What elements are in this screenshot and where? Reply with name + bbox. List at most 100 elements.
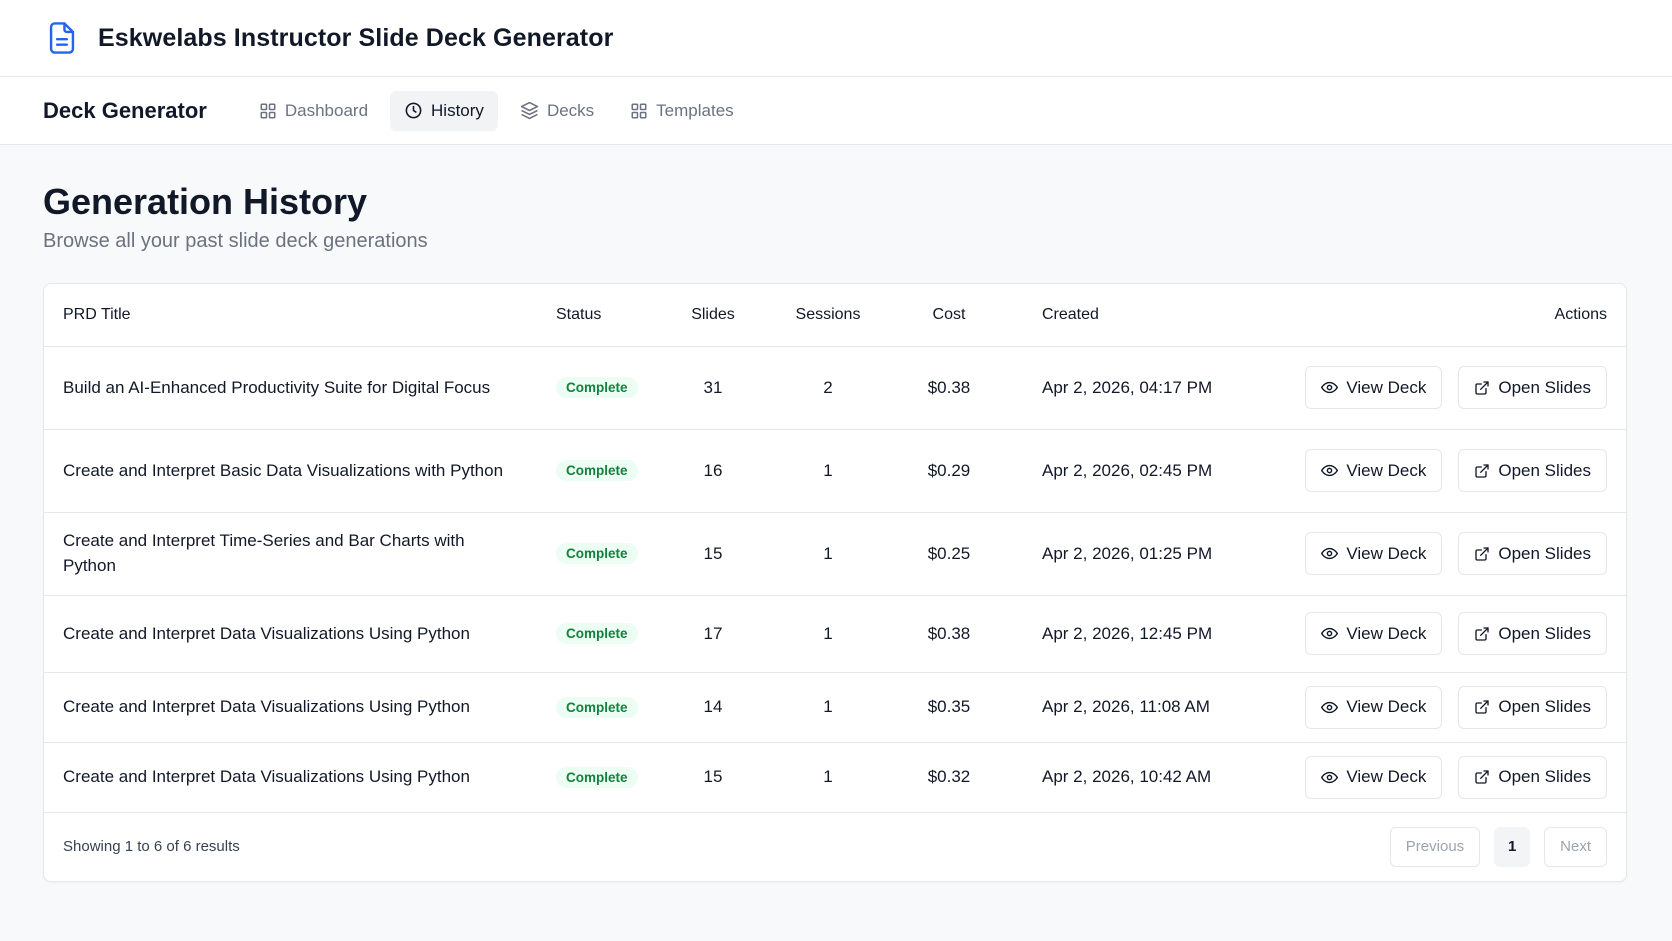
table-footer: Showing 1 to 6 of 6 results Previous 1 N…: [44, 813, 1626, 881]
page-title: Generation History: [43, 181, 368, 222]
open-slides-button[interactable]: Open Slides: [1458, 755, 1607, 799]
slides-count: 15: [654, 512, 772, 596]
sessions-count: 1: [772, 512, 884, 596]
row-status-cell: Complete: [544, 512, 654, 596]
row-title-cell: Create and Interpret Data Visualizations…: [44, 672, 544, 743]
eye-icon: [1321, 701, 1339, 714]
cost-value: $0.38: [884, 346, 1014, 430]
row-title-cell: Build an AI-Enhanced Productivity Suite …: [44, 346, 544, 430]
sessions-count: 1: [772, 595, 884, 673]
history-table: PRD Title Status Slides Sessions Cost Cr…: [44, 284, 1626, 813]
eye-icon: [1321, 628, 1339, 640]
page-subtitle: Browse all your past slide deck generati…: [43, 230, 428, 253]
nav-item-label: Templates: [656, 100, 734, 120]
table-row: Create and Interpret Data Visualizations…: [44, 742, 1626, 813]
external-link-icon: [1475, 381, 1490, 395]
open-slides-label: Open Slides: [1498, 697, 1591, 717]
nav-item-label: Decks: [546, 100, 595, 120]
created-timestamp: Apr 2, 2026, 10:42 AM: [1014, 742, 1234, 813]
eye-icon: [1321, 548, 1339, 560]
external-link-icon: [1475, 770, 1490, 785]
view-deck-label: View Deck: [1346, 543, 1427, 563]
nav-item-dashboard[interactable]: Dashboard: [245, 91, 382, 131]
created-timestamp: Apr 2, 2026, 04:17 PM: [1014, 346, 1234, 430]
view-deck-button[interactable]: View Deck: [1305, 532, 1443, 576]
status-badge: Complete: [556, 766, 638, 788]
clock-icon: [405, 102, 422, 119]
open-slides-button[interactable]: Open Slides: [1458, 366, 1607, 410]
row-title-cell: Create and Interpret Time-Series and Bar…: [44, 512, 544, 596]
slides-count: 16: [654, 429, 772, 513]
status-badge: Complete: [556, 543, 638, 565]
eye-icon: [1321, 771, 1339, 784]
row-title-cell: Create and Interpret Data Visualizations…: [44, 595, 544, 673]
main-nav: Deck Generator Dashboard History Decks T…: [0, 77, 1672, 145]
nav-item-templates[interactable]: Templates: [616, 91, 747, 131]
table-row: Create and Interpret Data Visualizations…: [44, 672, 1626, 743]
view-deck-label: View Deck: [1346, 767, 1427, 787]
grid-icon: [260, 103, 276, 118]
open-slides-label: Open Slides: [1498, 767, 1591, 787]
open-slides-button[interactable]: Open Slides: [1458, 449, 1607, 493]
view-deck-button[interactable]: View Deck: [1305, 612, 1443, 656]
row-title-cell: Create and Interpret Basic Data Visualiz…: [44, 429, 544, 513]
page-number-current[interactable]: 1: [1494, 826, 1531, 867]
open-slides-button[interactable]: Open Slides: [1458, 612, 1607, 656]
header-prd-title: PRD Title: [44, 284, 544, 347]
slides-count: 31: [654, 346, 772, 430]
row-status-cell: Complete: [544, 672, 654, 743]
nav-brand[interactable]: Deck Generator: [43, 98, 207, 124]
row-title-cell: Create and Interpret Data Visualizations…: [44, 742, 544, 813]
created-timestamp: Apr 2, 2026, 01:25 PM: [1014, 512, 1234, 596]
slides-count: 17: [654, 595, 772, 673]
previous-page-button[interactable]: Previous: [1389, 826, 1481, 867]
row-actions-cell: View Deck Open Slides: [1234, 742, 1626, 813]
external-link-icon: [1475, 700, 1490, 715]
row-actions-cell: View Deck Open Slides: [1234, 429, 1626, 513]
open-slides-label: Open Slides: [1498, 460, 1591, 480]
open-slides-button[interactable]: Open Slides: [1458, 685, 1607, 729]
nav-item-history[interactable]: History: [390, 90, 498, 131]
slides-count: 15: [654, 742, 772, 813]
row-actions-cell: View Deck Open Slides: [1234, 595, 1626, 673]
cost-value: $0.25: [884, 512, 1014, 596]
prd-title: Create and Interpret Data Visualizations…: [63, 767, 470, 787]
view-deck-button[interactable]: View Deck: [1305, 685, 1443, 729]
open-slides-label: Open Slides: [1498, 543, 1591, 563]
status-badge: Complete: [556, 460, 638, 482]
header-slides: Slides: [654, 284, 772, 347]
prd-title: Create and Interpret Time-Series and Bar…: [63, 531, 465, 575]
view-deck-label: View Deck: [1346, 377, 1427, 397]
row-status-cell: Complete: [544, 742, 654, 813]
table-row: Create and Interpret Time-Series and Bar…: [44, 512, 1626, 596]
sessions-count: 1: [772, 742, 884, 813]
external-link-icon: [1475, 464, 1490, 478]
row-status-cell: Complete: [544, 429, 654, 513]
header-sessions: Sessions: [772, 284, 884, 347]
view-deck-button[interactable]: View Deck: [1305, 755, 1443, 799]
next-page-button[interactable]: Next: [1544, 826, 1607, 867]
table-header-row: PRD Title Status Slides Sessions Cost Cr…: [44, 284, 1626, 347]
header-actions: Actions: [1234, 284, 1626, 347]
row-actions-cell: View Deck Open Slides: [1234, 672, 1626, 743]
eye-icon: [1321, 465, 1339, 477]
status-badge: Complete: [556, 696, 638, 718]
history-table-card: PRD Title Status Slides Sessions Cost Cr…: [43, 283, 1627, 882]
nav-item-decks[interactable]: Decks: [506, 91, 608, 131]
sessions-count: 2: [772, 346, 884, 430]
nav-item-label: History: [431, 100, 484, 120]
view-deck-button[interactable]: View Deck: [1305, 449, 1443, 493]
header-status: Status: [544, 284, 654, 347]
prd-title: Create and Interpret Data Visualizations…: [63, 623, 470, 643]
view-deck-button[interactable]: View Deck: [1305, 366, 1443, 410]
open-slides-button[interactable]: Open Slides: [1458, 532, 1607, 576]
header-cost: Cost: [884, 284, 1014, 347]
external-link-icon: [1475, 547, 1490, 561]
table-row: Create and Interpret Basic Data Visualiz…: [44, 429, 1626, 513]
created-timestamp: Apr 2, 2026, 11:08 AM: [1014, 672, 1234, 743]
view-deck-label: View Deck: [1346, 623, 1427, 643]
cost-value: $0.35: [884, 672, 1014, 743]
table-row: Build an AI-Enhanced Productivity Suite …: [44, 346, 1626, 430]
table-row: Create and Interpret Data Visualizations…: [44, 595, 1626, 673]
document-icon: [44, 20, 80, 56]
